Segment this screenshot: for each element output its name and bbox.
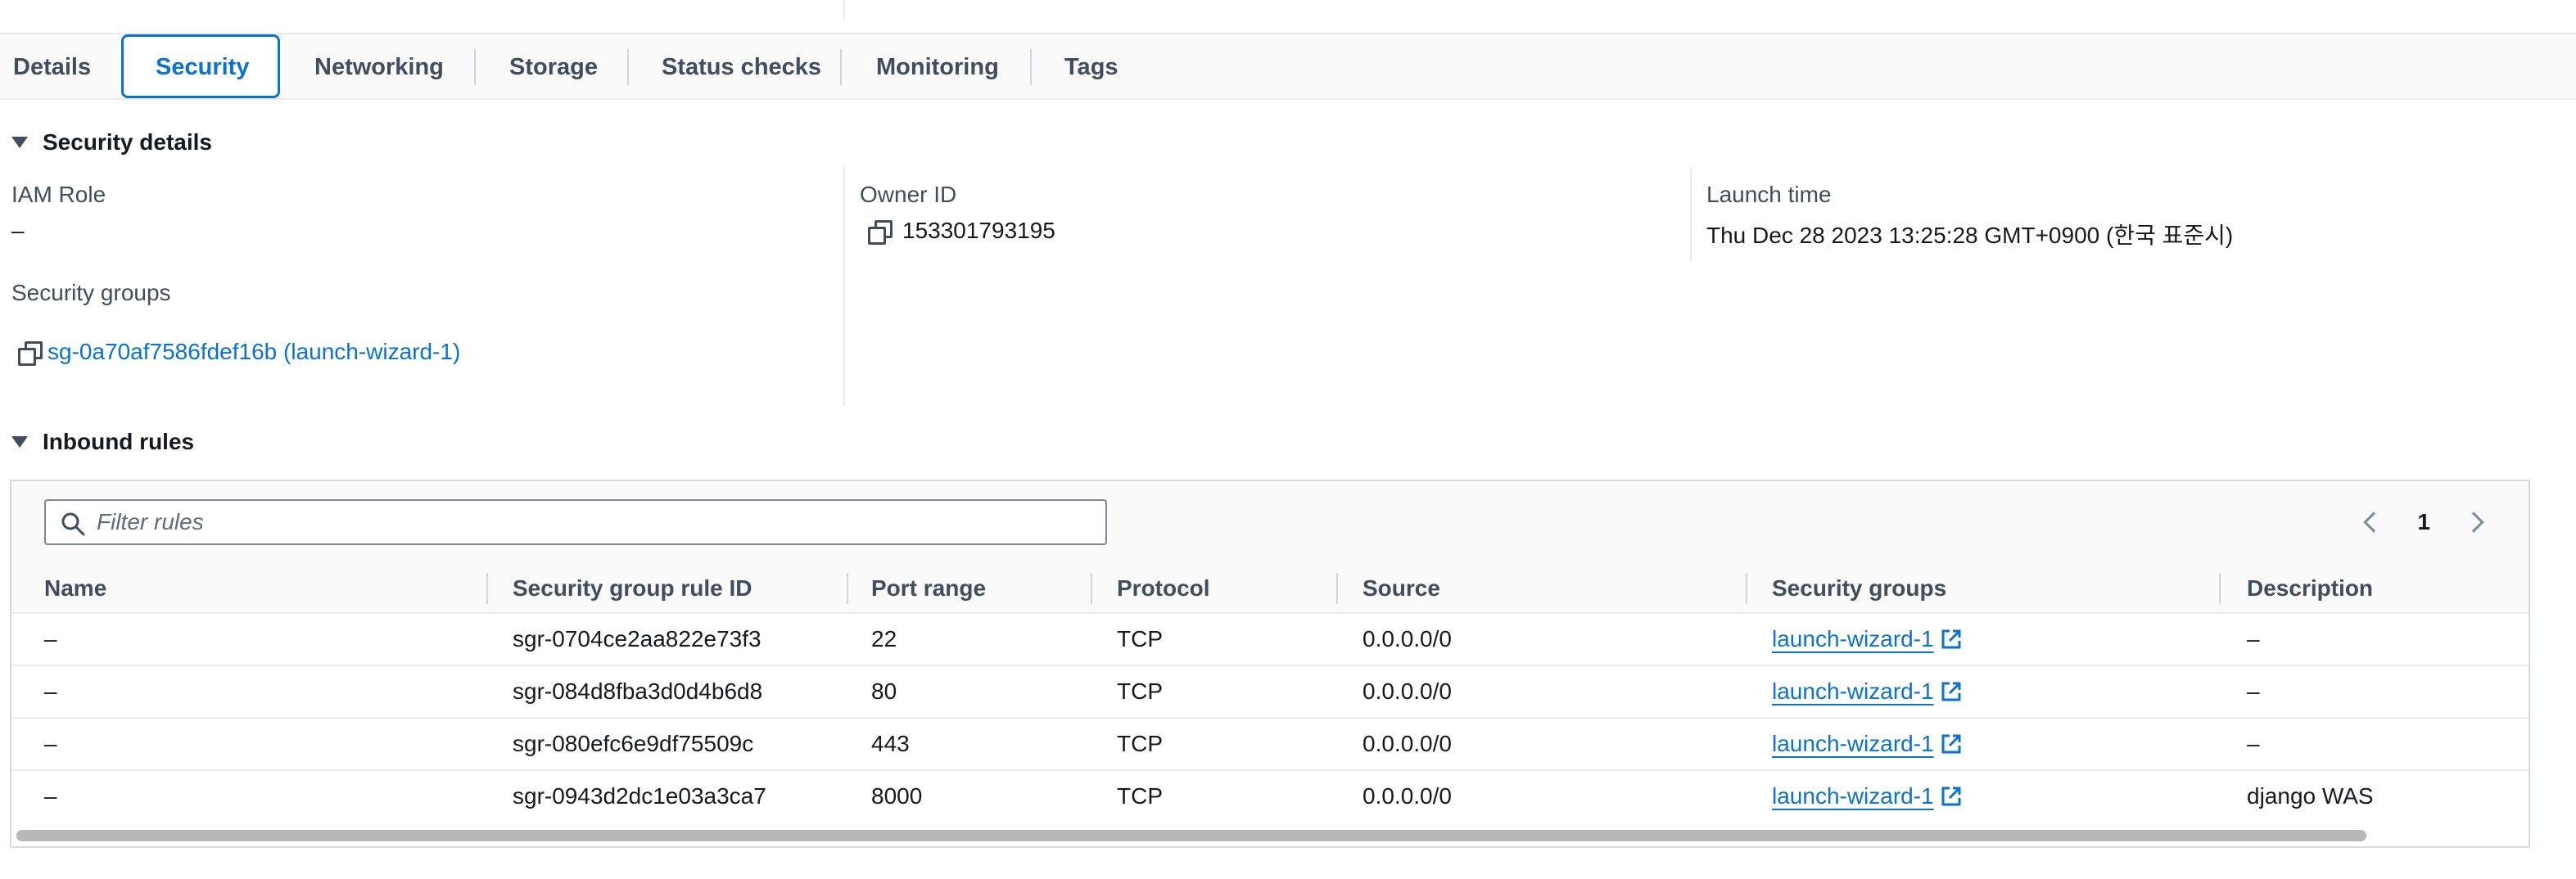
security-group-link[interactable]: launch-wizard-1 <box>1772 783 1934 809</box>
table-row[interactable]: – sgr-0704ce2aa822e73f3 22 TCP 0.0.0.0/0… <box>11 614 2529 666</box>
filter-placeholder: Filter rules <box>97 509 204 534</box>
tab-bar: Details Security Networking Storage Stat… <box>0 34 2576 100</box>
security-group-link[interactable]: launch-wizard-1 <box>1772 731 1934 757</box>
copy-icon[interactable] <box>868 220 893 245</box>
table-row[interactable]: – sgr-080efc6e9df75509c 443 TCP 0.0.0.0/… <box>11 719 2529 771</box>
col-source[interactable]: Source <box>1363 563 1440 614</box>
cell-source: 0.0.0.0/0 <box>1363 731 1452 756</box>
security-groups-value: sg-0a70af7586fdef16b (launch-wizard-1) <box>18 339 460 366</box>
security-details-header[interactable]: Security details <box>11 128 212 157</box>
cell-description: – <box>2247 678 2260 704</box>
chevron-right-icon[interactable] <box>2463 512 2484 533</box>
filter-rules-input[interactable]: Filter rules <box>44 499 1107 545</box>
external-link-icon[interactable] <box>1941 629 1962 650</box>
top-divider <box>843 0 845 20</box>
inbound-rules-table: Filter rules 1 Name Security group rule … <box>10 480 2530 848</box>
page-number[interactable]: 1 <box>2417 509 2430 535</box>
cell-security-group: launch-wizard-1 <box>1772 666 1962 717</box>
launch-time-value: Thu Dec 28 2023 13:25:28 GMT+0900 (한국 표준… <box>1706 223 2234 248</box>
tab-separator <box>840 49 842 85</box>
tab-status-checks[interactable]: Status checks <box>662 34 821 100</box>
copy-icon[interactable] <box>18 341 43 366</box>
external-link-icon[interactable] <box>1941 733 1962 755</box>
col-protocol[interactable]: Protocol <box>1117 563 1210 614</box>
security-group-link[interactable]: launch-wizard-1 <box>1772 626 1934 652</box>
cell-rule-id: sgr-0704ce2aa822e73f3 <box>513 626 762 651</box>
cell-port-range: 8000 <box>871 783 923 809</box>
cell-description: – <box>2247 626 2260 651</box>
cell-description: – <box>2247 731 2260 756</box>
cell-rule-id: sgr-0943d2dc1e03a3ca7 <box>513 783 766 809</box>
inbound-rules-header[interactable]: Inbound rules <box>11 427 194 457</box>
iam-role-label: IAM Role <box>11 182 106 207</box>
column-resizer[interactable] <box>486 573 488 604</box>
column-resizer[interactable] <box>1746 573 1747 604</box>
cell-port-range: 80 <box>871 678 897 704</box>
col-rule-id[interactable]: Security group rule ID <box>513 563 752 614</box>
column-divider <box>843 167 845 406</box>
column-resizer[interactable] <box>1091 573 1092 604</box>
owner-id-text: 153301793195 <box>902 218 1055 243</box>
inbound-rules-heading: Inbound rules <box>43 429 195 454</box>
horizontal-scrollbar[interactable] <box>16 830 2366 841</box>
tab-details[interactable]: Details <box>13 34 91 100</box>
caret-down-icon <box>11 137 28 148</box>
launch-time-label: Launch time <box>1706 182 1832 207</box>
iam-role-value: – <box>11 218 25 243</box>
cell-security-group: launch-wizard-1 <box>1772 771 1962 822</box>
cell-security-group: launch-wizard-1 <box>1772 614 1962 665</box>
cell-port-range: 443 <box>871 731 910 756</box>
col-description[interactable]: Description <box>2247 563 2373 614</box>
cell-rule-id: sgr-084d8fba3d0d4b6d8 <box>513 678 763 704</box>
column-resizer[interactable] <box>2219 573 2221 604</box>
cell-source: 0.0.0.0/0 <box>1363 626 1452 651</box>
caret-down-icon <box>11 436 28 448</box>
cell-protocol: TCP <box>1117 731 1163 756</box>
tab-security[interactable]: Security <box>156 34 249 100</box>
cell-port-range: 22 <box>871 626 897 651</box>
table-row[interactable]: – sgr-0943d2dc1e03a3ca7 8000 TCP 0.0.0.0… <box>11 771 2529 823</box>
cell-source: 0.0.0.0/0 <box>1363 678 1452 704</box>
chevron-left-icon[interactable] <box>2363 512 2385 533</box>
cell-security-group: launch-wizard-1 <box>1772 719 1962 769</box>
table-toolbar: Filter rules 1 <box>11 481 2529 563</box>
tab-monitoring[interactable]: Monitoring <box>876 34 999 100</box>
search-icon <box>61 512 85 536</box>
tab-separator <box>1030 49 1032 85</box>
cell-protocol: TCP <box>1117 626 1163 651</box>
column-divider <box>1690 167 1692 262</box>
col-name[interactable]: Name <box>44 563 106 614</box>
table-row[interactable]: – sgr-084d8fba3d0d4b6d8 80 TCP 0.0.0.0/0… <box>11 666 2529 719</box>
cell-name: – <box>44 783 57 809</box>
tab-networking[interactable]: Networking <box>314 34 444 100</box>
cell-protocol: TCP <box>1117 678 1163 704</box>
column-resizer[interactable] <box>847 573 848 604</box>
top-strip <box>0 0 2576 34</box>
tab-tags[interactable]: Tags <box>1064 34 1119 100</box>
column-resizer[interactable] <box>1336 573 1338 604</box>
cell-rule-id: sgr-080efc6e9df75509c <box>513 731 754 756</box>
cell-protocol: TCP <box>1117 783 1163 809</box>
table-header: Name Security group rule ID Port range P… <box>11 563 2529 614</box>
external-link-icon[interactable] <box>1941 681 1962 702</box>
cell-name: – <box>44 678 57 704</box>
tab-separator <box>474 49 476 85</box>
tab-storage[interactable]: Storage <box>509 34 598 100</box>
cell-name: – <box>44 731 57 756</box>
col-port-range[interactable]: Port range <box>871 563 986 614</box>
external-link-icon[interactable] <box>1941 786 1962 807</box>
cell-description: django WAS <box>2247 783 2374 809</box>
security-groups-label: Security groups <box>11 280 171 305</box>
col-security-groups[interactable]: Security groups <box>1772 563 1946 614</box>
owner-id-value: 153301793195 <box>868 218 1055 245</box>
pagination: 1 <box>2363 499 2529 545</box>
security-details-heading: Security details <box>43 129 212 155</box>
security-group-link[interactable]: launch-wizard-1 <box>1772 678 1934 705</box>
security-group-link[interactable]: sg-0a70af7586fdef16b (launch-wizard-1) <box>47 339 460 365</box>
tab-separator <box>627 49 629 85</box>
owner-id-label: Owner ID <box>860 182 957 207</box>
cell-source: 0.0.0.0/0 <box>1363 783 1452 809</box>
cell-name: – <box>44 626 57 651</box>
